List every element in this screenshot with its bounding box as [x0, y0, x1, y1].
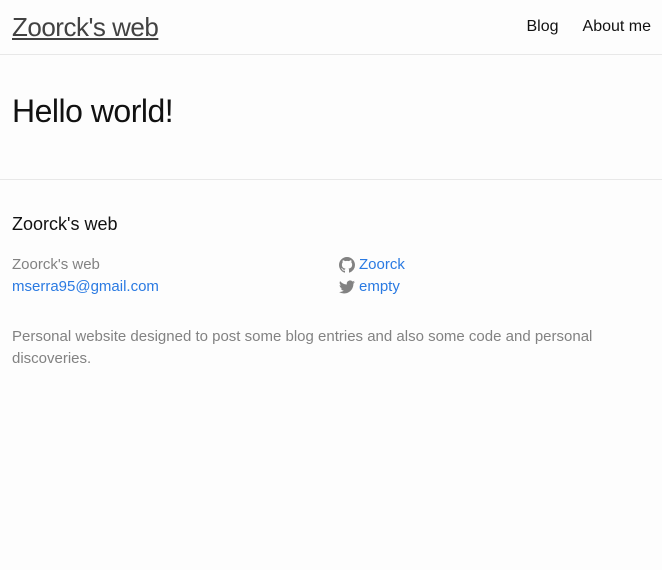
- github-username[interactable]: Zoorck: [359, 254, 405, 276]
- footer-contact-list: Zoorck's web mserra95@gmail.com: [12, 254, 312, 298]
- site-header: Zoorck's web Blog About me: [0, 0, 662, 55]
- github-icon: [339, 257, 355, 273]
- nav-link-blog[interactable]: Blog: [526, 17, 558, 37]
- twitter-social-link[interactable]: empty: [339, 276, 639, 298]
- footer-heading: Zoorck's web: [12, 214, 118, 234]
- footer-email-link[interactable]: mserra95@gmail.com: [12, 278, 159, 295]
- footer-contact-name: Zoorck's web: [12, 256, 100, 273]
- twitter-icon: [339, 279, 355, 295]
- site-nav: Blog About me: [526, 17, 651, 37]
- nav-link-about-me[interactable]: About me: [583, 17, 651, 37]
- twitter-username[interactable]: empty: [359, 276, 400, 298]
- page-heading: Hello world!: [12, 93, 174, 129]
- github-social-link[interactable]: Zoorck: [339, 254, 639, 276]
- site-footer: Zoorck's web Zoorck's web mserra95@gmail…: [0, 179, 662, 570]
- site-title-link[interactable]: Zoorck's web: [12, 12, 159, 42]
- site-description: Personal website designed to post some b…: [12, 328, 593, 367]
- footer-social-list: Zoorck empty: [339, 254, 639, 298]
